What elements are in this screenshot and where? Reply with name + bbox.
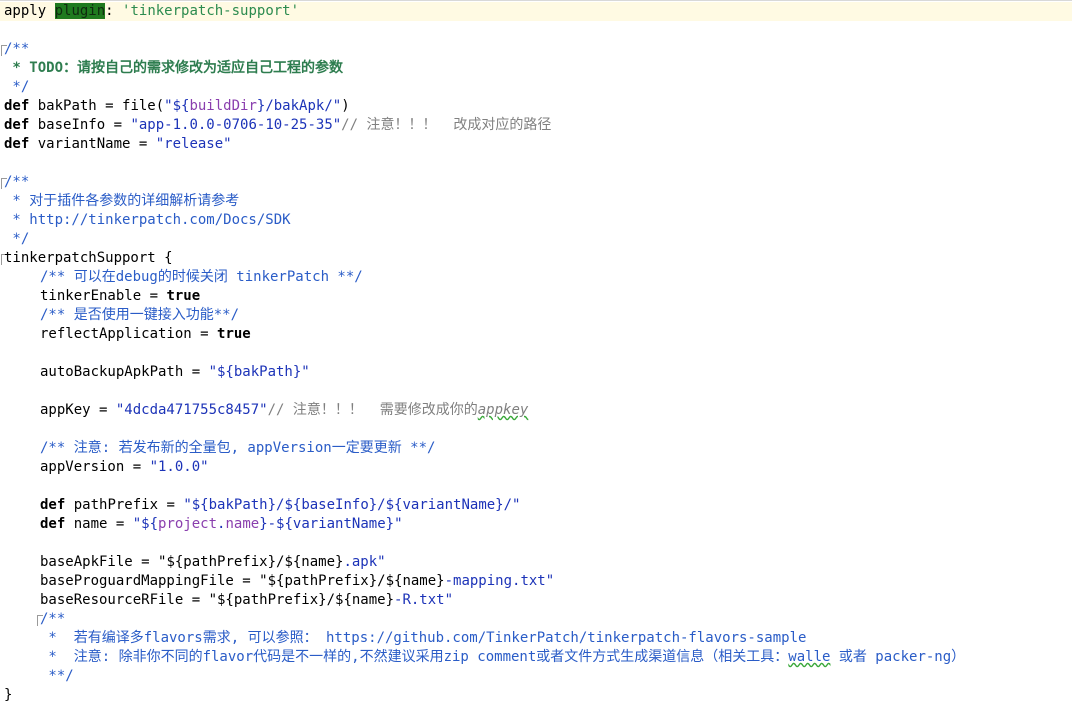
def-keyword: def (40, 516, 66, 532)
name-decl: name = (65, 516, 133, 532)
def-keyword: def (4, 117, 30, 133)
def-keyword: def (4, 98, 30, 114)
doc-comment-close: */ (4, 231, 30, 247)
string-part: .apk" (343, 554, 386, 570)
pathprefix-string: "${bakPath}/${baseInfo}/${variantName}/" (183, 497, 521, 513)
line-comment: // 注意！！！ 需要修改成你的 (267, 402, 478, 418)
code-line-baseapk[interactable]: baseApkFile = "${pathPrefix}/${name}.apk… (40, 553, 386, 572)
builddir-ref: buildDir (189, 98, 257, 114)
string-part: }/bakApk/" (256, 98, 342, 114)
doc-comment-flavors: * 若有编译多flavors需求, 可以参照： https://github.c… (40, 630, 807, 646)
code-line-autobackup[interactable]: autoBackupApkPath = "${bakPath}" (40, 363, 310, 382)
def-keyword: def (4, 136, 30, 152)
code-line-appversion[interactable]: appVersion = "1.0.0" (40, 458, 209, 477)
baseinfo-decl: baseInfo = (29, 117, 131, 133)
string-part: "${ (132, 516, 159, 532)
doc-comment-walle: * 注意: 除非你不同的flavor代码是不一样的,不然建议采用zip comm… (40, 648, 965, 667)
def-keyword: def (40, 497, 66, 513)
doc-comment-open: /** (40, 611, 66, 627)
doc-comment-close: **/ (40, 668, 74, 684)
reflectapp-decl: reflectApplication = (40, 326, 218, 342)
colon: : (105, 3, 123, 19)
todo-comment: * TODO：请按自己的需求修改为适应自己工程的参数 (4, 60, 343, 76)
code-line-basemapping[interactable]: baseProguardMappingFile = "${pathPrefix}… (40, 572, 554, 591)
appkey-decl: appKey = (40, 402, 116, 418)
true-keyword: true (217, 326, 251, 342)
doc-comment-url: * http://tinkerpatch.com/Docs/SDK (4, 212, 291, 228)
code-line-pathprefix[interactable]: def pathPrefix = "${bakPath}/${baseInfo}… (40, 496, 520, 515)
paren-close: ) (341, 98, 350, 114)
appkey-word: appkey (477, 402, 529, 418)
string-part: "${pathPrefix}/${name} (259, 573, 445, 589)
line-comment: // 注意！！！ 改成对应的路径 (341, 117, 552, 133)
true-keyword: true (166, 288, 201, 304)
tinkerenable-decl: tinkerEnable = (40, 288, 167, 304)
code-line-baseinfo[interactable]: def baseInfo = "app-1.0.0-0706-10-25-35"… (4, 116, 551, 135)
project-ref: project (158, 516, 218, 532)
baseinfo-string: "app-1.0.0-0706-10-25-35" (130, 117, 342, 133)
baseres-decl: baseResourceRFile = (40, 592, 209, 608)
walle-word: walle (788, 649, 831, 665)
plugin-id-string: 'tinkerpatch-support' (122, 3, 300, 19)
pathprefix-decl: pathPrefix = (65, 497, 184, 513)
code-line-bakpath[interactable]: def bakPath = file("${buildDir}/bakApk/"… (4, 97, 350, 116)
variant-decl: variantName = (29, 136, 156, 152)
bakpath-decl: bakPath = file( (29, 98, 165, 114)
string-part: "${pathPrefix}/${name} (208, 592, 395, 608)
comment-version: /** 注意: 若发布新的全量包, appVersion一定要更新 **/ (40, 440, 436, 456)
baseapk-decl: baseApkFile = (40, 554, 159, 570)
code-line-apply[interactable]: apply plugin: 'tinkerpatch-support' (0, 2, 1072, 21)
comment-onekey: /** 是否使用一键接入功能**/ (40, 307, 240, 323)
doc-comment-close: */ (4, 79, 30, 95)
comment-text: * 注意: 除非你不同的flavor代码是不一样的,不然建议采用zip comm… (40, 649, 789, 665)
basemapping-decl: baseProguardMappingFile = (40, 573, 260, 589)
appversion-string: "1.0.0" (149, 459, 209, 475)
code-line-name[interactable]: def name = "${project.name}-${variantNam… (40, 515, 403, 534)
comment-debug: /** 可以在debug的时候关闭 tinkerPatch **/ (40, 269, 363, 285)
code-line-tinkerenable[interactable]: tinkerEnable = true (40, 287, 200, 306)
appkey-string: "4dcda471755c8457" (115, 402, 268, 418)
doc-comment-line: * 对于插件各参数的详细解析请参考 (4, 193, 240, 209)
string-part: "${ (164, 98, 190, 114)
code-line-baseres[interactable]: baseResourceRFile = "${pathPrefix}/${nam… (40, 591, 453, 610)
code-line-appkey[interactable]: appKey = "4dcda471755c8457"// 注意！！！ 需要修改… (40, 401, 528, 420)
autobackup-string: "${bakPath}" (208, 364, 310, 380)
autobackup-decl: autoBackupApkPath = (40, 364, 209, 380)
doc-comment-open: /** (4, 41, 30, 57)
plugin-word-highlighted: plugin (54, 3, 106, 19)
code-line-reflectapp[interactable]: reflectApplication = true (40, 325, 251, 344)
block-close: } (4, 687, 13, 703)
variant-string: "release" (155, 136, 232, 152)
code-line-variantname[interactable]: def variantName = "release" (4, 135, 232, 154)
apply-keyword: apply (4, 3, 47, 19)
appversion-decl: appVersion = (40, 459, 150, 475)
string-part: "${pathPrefix}/${name} (158, 554, 344, 570)
name-ref: name (225, 516, 260, 532)
code-editor[interactable]: apply plugin: 'tinkerpatch-support' /** … (0, 0, 1072, 717)
string-part: -R.txt" (394, 592, 454, 608)
block-open: tinkerpatchSupport { (4, 250, 173, 266)
doc-comment-open: /** (4, 174, 30, 190)
string-part: -mapping.txt" (444, 573, 555, 589)
string-part: }-${variantName}" (259, 516, 403, 532)
comment-text: 或者 packer-ng） (830, 649, 966, 665)
